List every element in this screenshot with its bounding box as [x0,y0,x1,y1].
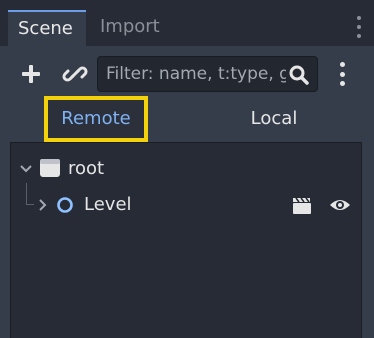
tree-row-root[interactable]: root [11,151,361,187]
local-button[interactable]: Local [216,96,332,142]
remote-button[interactable]: Remote [44,96,148,142]
chevron-right-icon[interactable] [36,198,50,212]
dock-menu-icon[interactable] [356,16,362,38]
link-icon [62,66,88,82]
filter-placeholder: Filter: name, t:type, g [106,64,286,84]
node3d-circle-icon [57,197,73,213]
dock-tab-bar: Scene Import [0,0,374,46]
filter-input[interactable]: Filter: name, t:type, g [97,56,318,92]
search-icon [289,65,309,85]
scene-tree[interactable]: root Level [10,142,362,338]
instance-scene-button[interactable] [60,59,90,89]
tab-scene[interactable]: Scene [8,10,86,46]
add-node-button[interactable] [16,59,46,89]
tree-label-level: Level [84,194,132,215]
tree-label-root: root [68,158,105,179]
tab-import[interactable]: Import [90,10,170,46]
tree-row-level[interactable]: Level [11,187,361,223]
clapperboard-icon[interactable] [291,195,313,215]
eye-icon[interactable] [329,196,351,214]
scene-options-menu-icon[interactable] [338,62,346,86]
folder-icon [40,159,60,177]
chevron-down-icon[interactable] [19,162,33,176]
scene-dock: Scene Import Filter: name, t:type, g Rem… [0,0,374,338]
